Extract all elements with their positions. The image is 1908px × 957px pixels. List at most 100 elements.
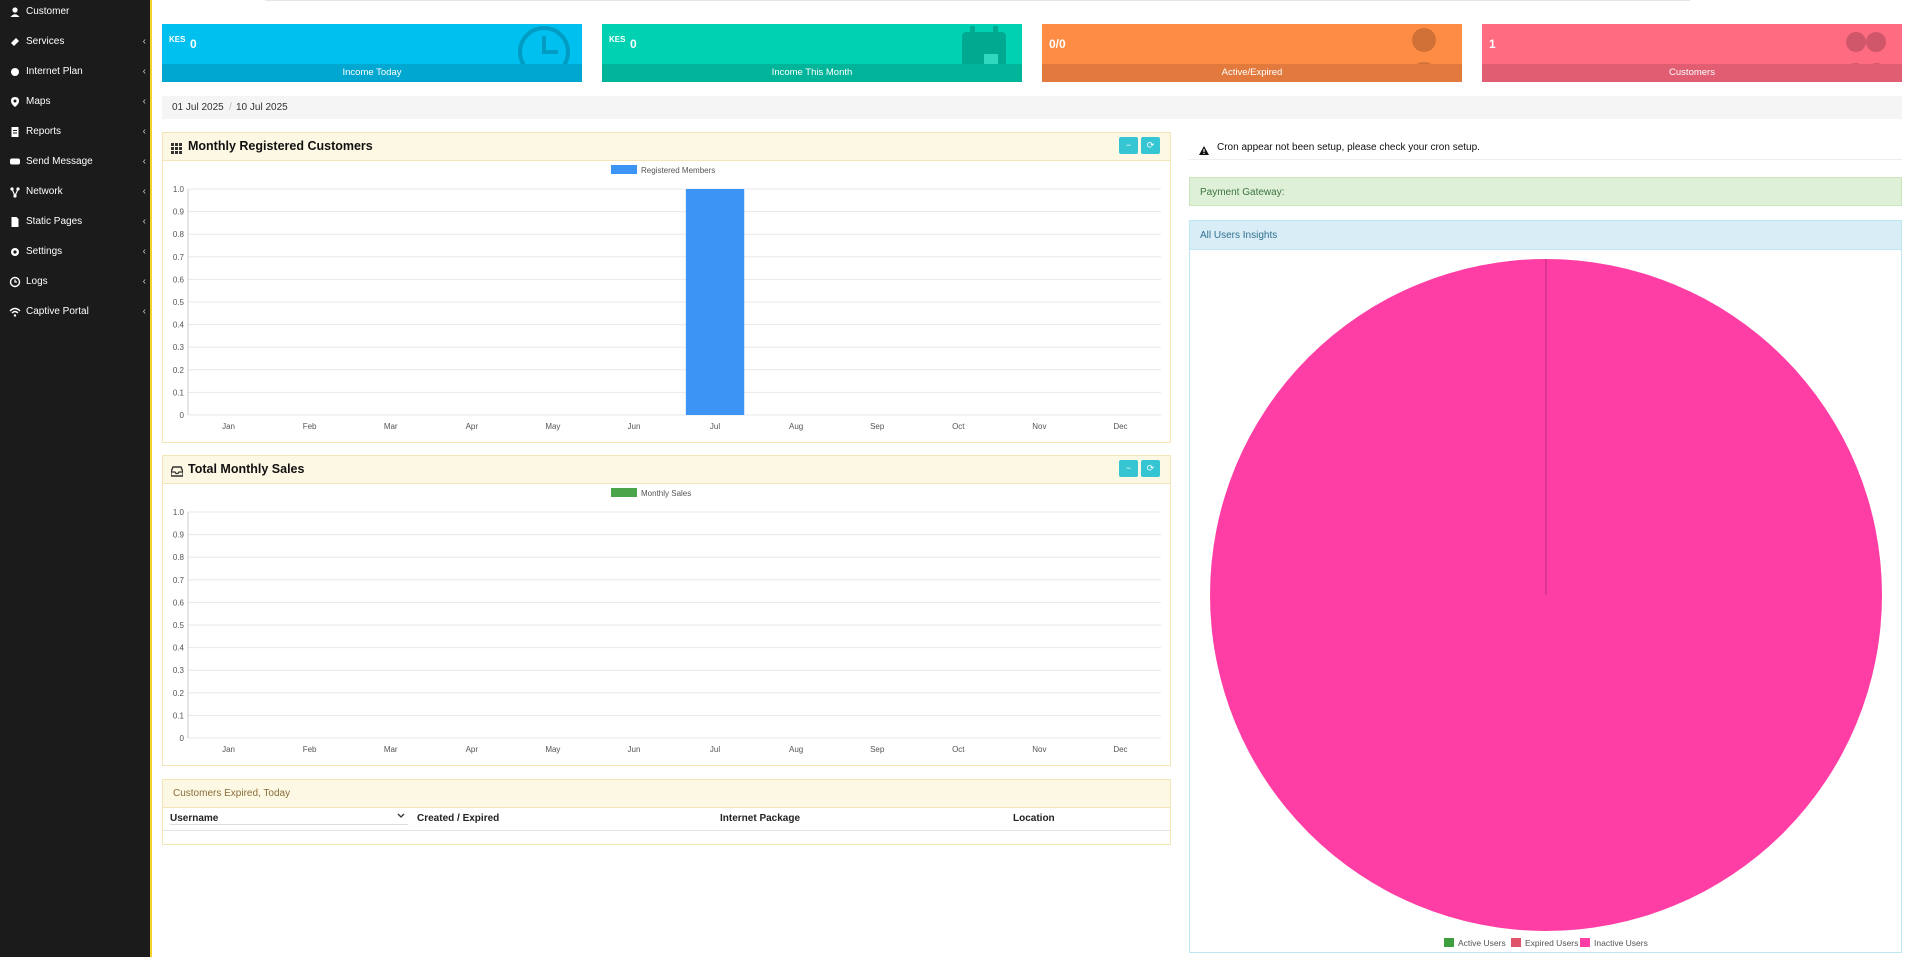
x-tick-label: Jan [222,745,235,754]
file-text-icon [9,126,21,138]
monthly-sales-panel: Total Monthly Sales − ⟳ Monthly Sales 1.0… [162,455,1171,766]
user-icon [9,6,21,18]
date-end[interactable]: 10 Jul 2025 [236,102,288,113]
sidebar-item-label: Send Message [26,156,93,167]
monthly-registered-panel: Monthly Registered Customers − ⟳ Registe… [162,132,1171,443]
sidebar-item-internet-plan[interactable]: Internet Plan ‹ [0,61,150,83]
inbox-icon [170,464,184,482]
x-tick-label: Oct [952,422,965,431]
bar [685,189,745,415]
y-tick-label: 0.6 [173,275,185,284]
table-header: Username Created / Expired Internet Pack… [163,808,1170,831]
x-tick-label: Oct [952,745,965,754]
y-tick-label: 0.4 [173,644,185,653]
x-tick-label: Apr [466,422,479,431]
stat-card-income-today[interactable]: KES 0 Income Today [162,24,582,82]
stat-value: 0/0 [1049,37,1066,51]
sidebar-item-label: Maps [26,96,51,107]
sidebar-item-captive-portal[interactable]: Captive Portal ‹ [0,301,150,323]
sidebar-item-customer[interactable]: Customer [0,1,150,23]
wifi-icon [9,306,21,318]
database-icon [9,66,21,78]
payment-gateway-box: Payment Gateway: [1189,177,1902,206]
y-tick-label: 0.3 [173,343,185,352]
legend-label: Expired Users [1525,938,1578,948]
column-created-expired[interactable]: Created / Expired [417,813,499,824]
sort-chevron-icon[interactable] [396,811,408,823]
payment-gateway-label: Payment Gateway: [1200,187,1285,198]
x-tick-label: May [545,745,560,754]
date-range-breadcrumb: 01 Jul 2025 / 10 Jul 2025 [162,96,1902,119]
minimize-button[interactable]: − [1119,137,1138,154]
refresh-button[interactable]: ⟳ [1141,460,1160,477]
legend-label: Monthly Sales [641,489,691,498]
sidebar-item-send-message[interactable]: Send Message ‹ [0,151,150,173]
panel-header: Monthly Registered Customers − ⟳ [163,133,1170,161]
y-tick-label: 0.5 [173,298,185,307]
sidebar-item-maps[interactable]: Maps ‹ [0,91,150,113]
sidebar-item-network[interactable]: Network ‹ [0,181,150,203]
column-internet-package[interactable]: Internet Package [720,813,800,824]
gear-icon [9,246,21,258]
column-location[interactable]: Location [1013,813,1055,824]
x-tick-label: Feb [303,422,317,431]
currency-label: KES [609,35,626,44]
y-tick-label: 0 [180,734,185,743]
chevron-left-icon: ‹ [142,306,146,317]
sidebar-item-static-pages[interactable]: Static Pages ‹ [0,211,150,233]
chevron-left-icon: ‹ [142,36,146,47]
sidebar-item-label: Services [26,36,65,47]
stat-label[interactable]: Income This Month [602,64,1022,82]
stat-card-customers[interactable]: 1 Customers [1482,24,1902,82]
y-tick-label: 0.4 [173,321,185,330]
stat-card-income-this-month[interactable]: KES 0 Income This Month [602,24,1022,82]
date-start[interactable]: 01 Jul 2025 [172,102,224,113]
users-insights-panel: All Users Insights Active Users Expired U… [1189,220,1902,953]
chevron-left-icon: ‹ [142,186,146,197]
chevron-left-icon: ‹ [142,126,146,137]
sidebar-item-label: Internet Plan [26,66,83,77]
network-icon [9,186,21,198]
legend-swatch [1580,938,1590,947]
x-tick-label: Dec [1113,422,1127,431]
sidebar-item-logs[interactable]: Logs ‹ [0,271,150,293]
chevron-left-icon: ‹ [142,156,146,167]
currency-label: KES [169,35,186,44]
legend-label: Registered Members [641,166,715,175]
stat-label[interactable]: Income Today [162,64,582,82]
sidebar-item-label: Network [26,186,63,197]
sidebar: Customer Services ‹ Internet Plan ‹ Maps ‹ Repo… [0,0,152,957]
x-tick-label: May [545,422,560,431]
panel-header: All Users Insights [1190,221,1901,250]
y-tick-label: 0.8 [173,553,185,562]
map-marker-icon [9,96,21,108]
stat-label[interactable]: Customers [1482,64,1902,82]
refresh-button[interactable]: ⟳ [1141,137,1160,154]
column-username[interactable]: Username [170,813,218,824]
y-tick-label: 0.1 [173,711,185,720]
panel-title: Monthly Registered Customers [188,139,373,153]
y-tick-label: 0.3 [173,666,185,675]
sidebar-item-label: Captive Portal [26,306,89,317]
chevron-left-icon: ‹ [142,216,146,227]
y-tick-label: 0.8 [173,230,185,239]
stat-label[interactable]: Active/Expired [1042,64,1462,82]
registered-bar-chart: Registered Members 1.0 0.9 0.8 0.7 0.6 0.5 0.4 0… [173,165,1161,431]
x-tick-label: Mar [384,422,398,431]
comment-icon [9,156,21,168]
sidebar-item-settings[interactable]: Settings ‹ [0,241,150,263]
legend-swatch [611,488,637,497]
sidebar-item-services[interactable]: Services ‹ [0,31,150,53]
panel-title: All Users Insights [1200,230,1278,241]
minimize-button[interactable]: − [1119,460,1138,477]
y-tick-label: 1.0 [173,508,185,517]
stat-card-active-expired[interactable]: 0/0 Active/Expired [1042,24,1462,82]
y-tick-label: 0.7 [173,253,185,262]
sidebar-item-reports[interactable]: Reports ‹ [0,121,150,143]
panel-title: Customers Expired, Today [173,788,291,799]
grid-icon [171,141,182,159]
sidebar-item-label: Reports [26,126,62,137]
x-tick-label: Dec [1113,745,1127,754]
date-separator: / [229,102,232,113]
chevron-left-icon: ‹ [142,66,146,77]
